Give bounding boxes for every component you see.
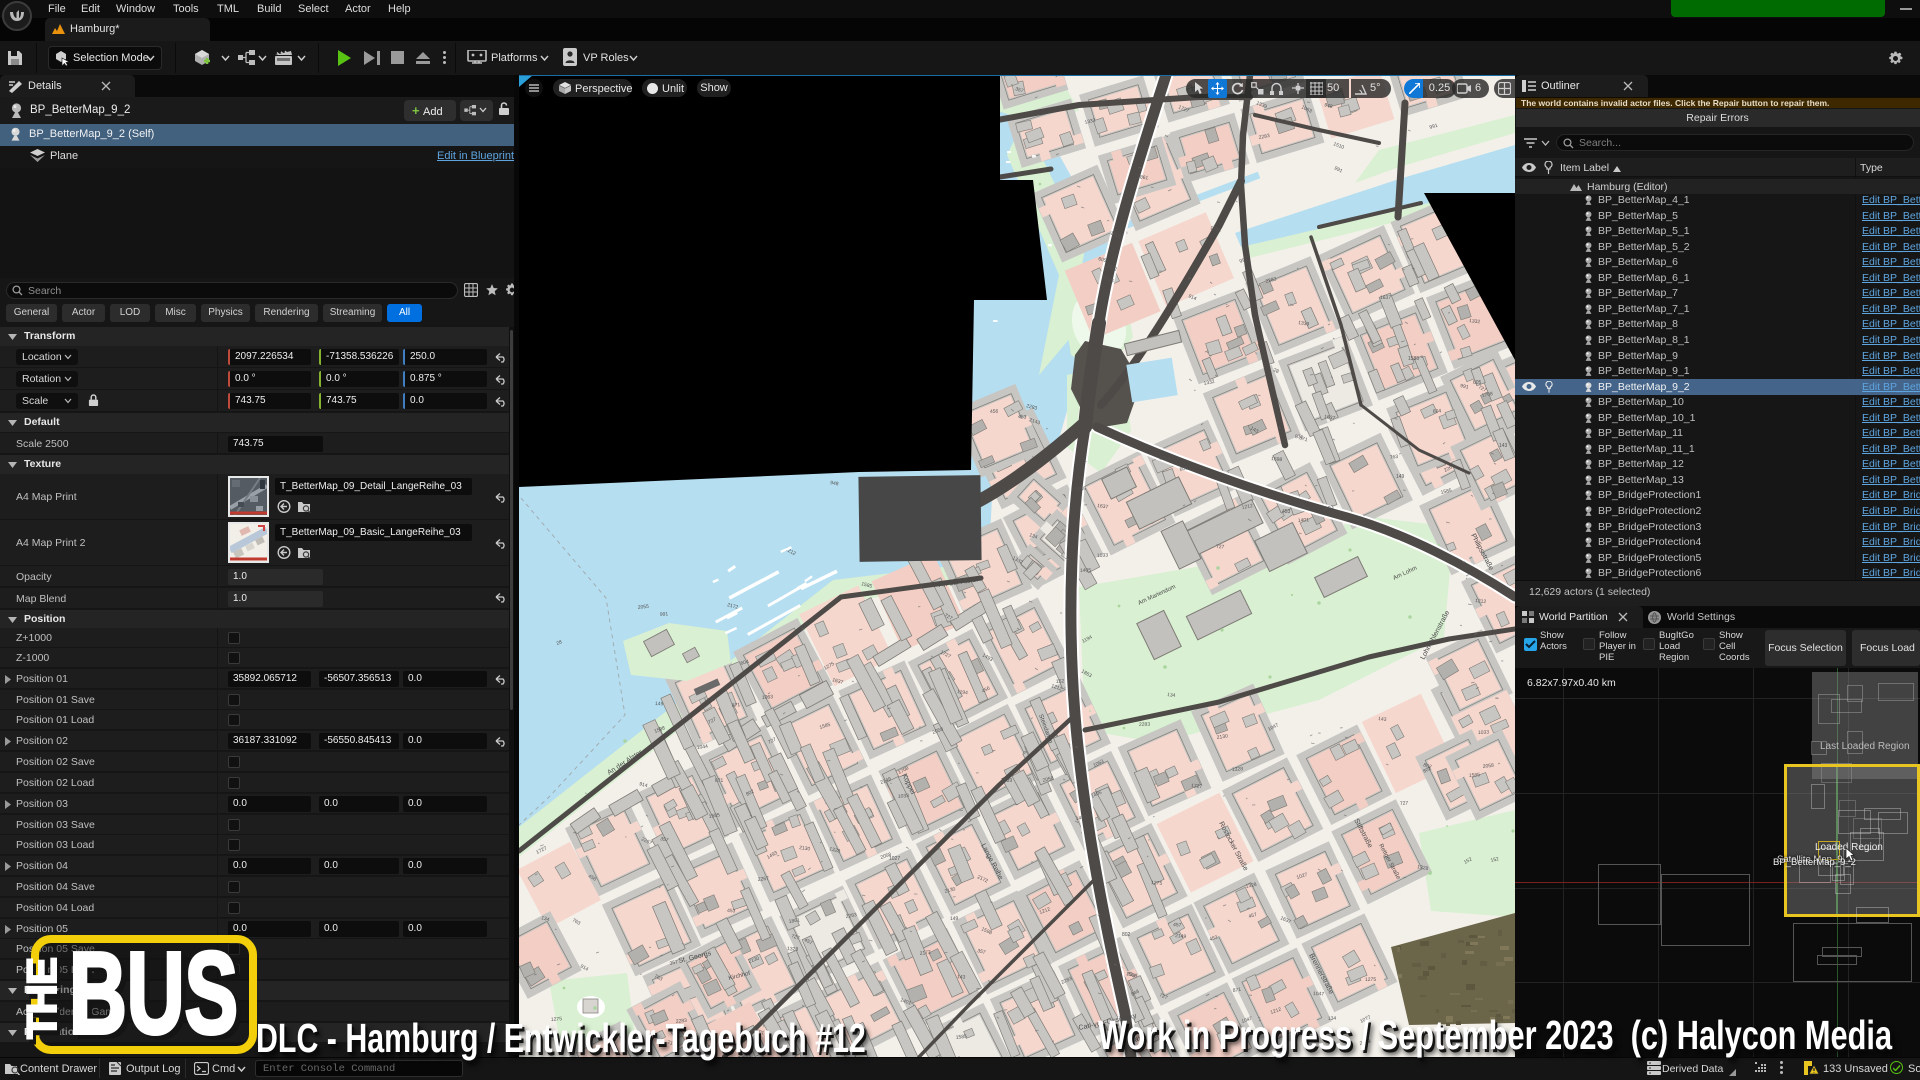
svg-text:727: 727	[1400, 800, 1409, 807]
svg-text:1405: 1405	[1080, 568, 1092, 574]
svg-text:1585: 1585	[1408, 356, 1419, 362]
svg-text:453: 453	[1282, 509, 1291, 515]
svg-text:149: 149	[655, 701, 664, 707]
svg-text:THE: THE	[20, 958, 65, 1039]
svg-text:149: 149	[1396, 474, 1405, 480]
svg-text:763: 763	[1389, 454, 1398, 461]
svg-text:2283: 2283	[1139, 722, 1151, 728]
svg-text:1328: 1328	[1232, 766, 1244, 773]
svg-text:1585: 1585	[1469, 772, 1481, 779]
svg-text:802: 802	[1122, 932, 1131, 938]
svg-text:134: 134	[1167, 692, 1176, 699]
svg-text:991: 991	[660, 611, 669, 618]
svg-text:456: 456	[990, 409, 999, 415]
svg-text:BUS: BUS	[69, 929, 238, 1057]
svg-text:1585: 1585	[1075, 486, 1087, 493]
svg-text:727: 727	[1216, 544, 1225, 550]
svg-text:871: 871	[715, 778, 724, 784]
svg-text:1598: 1598	[1271, 456, 1283, 463]
svg-text:1063: 1063	[762, 694, 774, 701]
svg-text:605: 605	[1473, 380, 1482, 386]
svg-text:1033: 1033	[1097, 552, 1109, 559]
svg-text:1727: 1727	[1191, 783, 1203, 790]
svg-text:1401: 1401	[1298, 517, 1310, 524]
svg-text:457: 457	[1173, 922, 1182, 929]
svg-text:149: 149	[950, 916, 959, 922]
svg-text:152: 152	[1056, 678, 1065, 685]
svg-text:2149: 2149	[1175, 933, 1187, 940]
svg-text:143: 143	[1499, 443, 1508, 449]
svg-text:1328: 1328	[787, 946, 799, 953]
svg-text:1212: 1212	[1475, 598, 1487, 605]
svg-text:1275: 1275	[1365, 977, 1376, 983]
svg-text:1275: 1275	[1151, 880, 1163, 887]
svg-text:453: 453	[727, 908, 736, 914]
svg-text:1339: 1339	[1001, 778, 1012, 784]
svg-text:143: 143	[957, 974, 966, 981]
svg-text:1033: 1033	[898, 793, 910, 800]
svg-text:453: 453	[1018, 414, 1027, 421]
svg-text:1637: 1637	[1380, 295, 1391, 301]
svg-text:1047: 1047	[1313, 991, 1325, 998]
svg-text:871: 871	[732, 702, 741, 709]
svg-text:604: 604	[1433, 408, 1442, 415]
svg-text:143: 143	[1378, 716, 1387, 723]
svg-text:1033: 1033	[1478, 729, 1490, 736]
